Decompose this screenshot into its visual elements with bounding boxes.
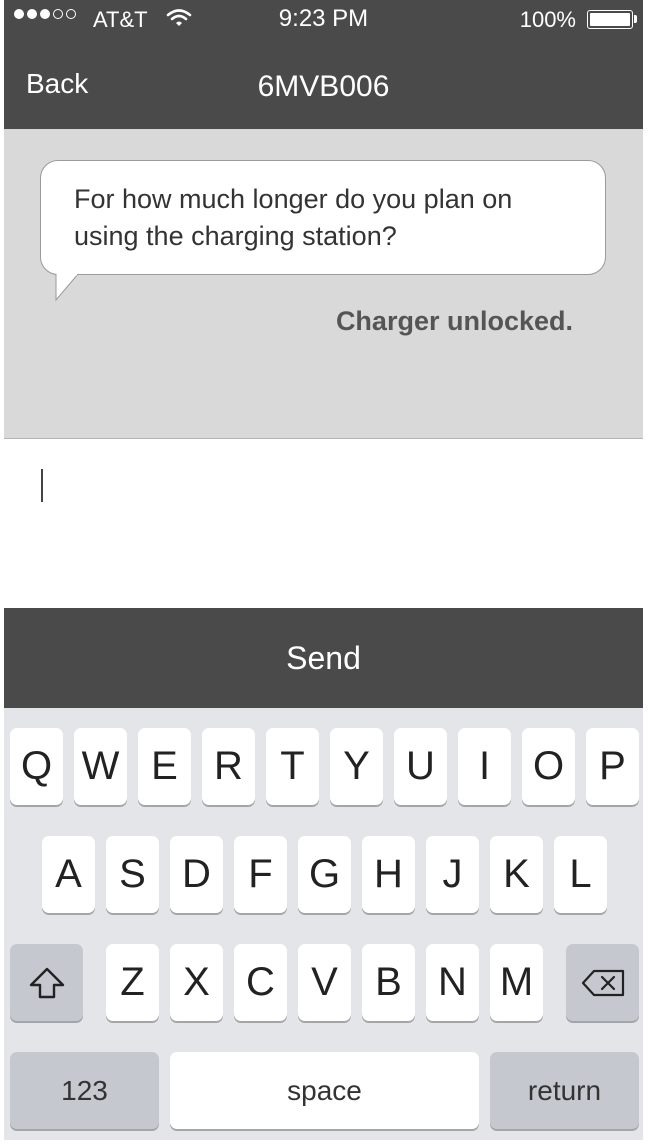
key-u[interactable]: U bbox=[394, 728, 447, 805]
battery-icon bbox=[587, 10, 633, 29]
bubble-tail bbox=[55, 274, 79, 302]
key-r[interactable]: R bbox=[202, 728, 255, 805]
key-w[interactable]: W bbox=[74, 728, 127, 805]
numbers-key[interactable]: 123 bbox=[10, 1052, 159, 1129]
key-d[interactable]: D bbox=[170, 836, 223, 913]
key-o[interactable]: O bbox=[522, 728, 575, 805]
header: AT&T 9:23 PM 100% Back 6MVB006 bbox=[4, 0, 643, 129]
battery-cap bbox=[634, 15, 637, 23]
battery-level bbox=[590, 13, 630, 26]
key-i[interactable]: I bbox=[458, 728, 511, 805]
charger-status: Charger unlocked. bbox=[335, 306, 573, 336]
text-cursor bbox=[41, 469, 43, 502]
key-z[interactable]: Z bbox=[106, 944, 159, 1021]
key-b[interactable]: B bbox=[362, 944, 415, 1021]
chat-area: For how much longer do you plan on using… bbox=[4, 129, 643, 438]
battery-percent: 100% bbox=[519, 7, 576, 32]
message-line-2: using the charging station? bbox=[74, 221, 397, 251]
delete-key[interactable] bbox=[566, 944, 639, 1021]
key-g[interactable]: G bbox=[298, 836, 351, 913]
shift-key[interactable] bbox=[10, 944, 83, 1021]
message-bubble: For how much longer do you plan on using… bbox=[40, 160, 606, 275]
key-a[interactable]: A bbox=[42, 836, 95, 913]
status-bar: AT&T 9:23 PM 100% bbox=[4, 0, 643, 40]
page-title: 6MVB006 bbox=[257, 70, 390, 103]
key-l[interactable]: L bbox=[554, 836, 607, 913]
keyboard: Q W E R T Y U I O P A S D F G H J K L Z … bbox=[4, 708, 643, 1140]
key-k[interactable]: K bbox=[490, 836, 543, 913]
key-p[interactable]: P bbox=[586, 728, 639, 805]
key-m[interactable]: M bbox=[490, 944, 543, 1021]
key-x[interactable]: X bbox=[170, 944, 223, 1021]
key-e[interactable]: E bbox=[138, 728, 191, 805]
key-c[interactable]: C bbox=[234, 944, 287, 1021]
key-y[interactable]: Y bbox=[330, 728, 383, 805]
send-button[interactable]: Send bbox=[4, 608, 643, 708]
key-n[interactable]: N bbox=[426, 944, 479, 1021]
key-s[interactable]: S bbox=[106, 836, 159, 913]
key-h[interactable]: H bbox=[362, 836, 415, 913]
key-j[interactable]: J bbox=[426, 836, 479, 913]
key-f[interactable]: F bbox=[234, 836, 287, 913]
return-key[interactable]: return bbox=[490, 1052, 639, 1129]
message-line-1: For how much longer do you plan on bbox=[74, 184, 513, 214]
key-v[interactable]: V bbox=[298, 944, 351, 1021]
app-screen: AT&T 9:23 PM 100% Back 6MVB006 For how m… bbox=[4, 0, 643, 1140]
key-t[interactable]: T bbox=[266, 728, 319, 805]
space-key[interactable]: space bbox=[170, 1052, 479, 1129]
key-q[interactable]: Q bbox=[10, 728, 63, 805]
message-input[interactable] bbox=[4, 438, 643, 608]
shift-arrow-icon bbox=[29, 967, 64, 998]
backspace-icon bbox=[581, 969, 624, 996]
